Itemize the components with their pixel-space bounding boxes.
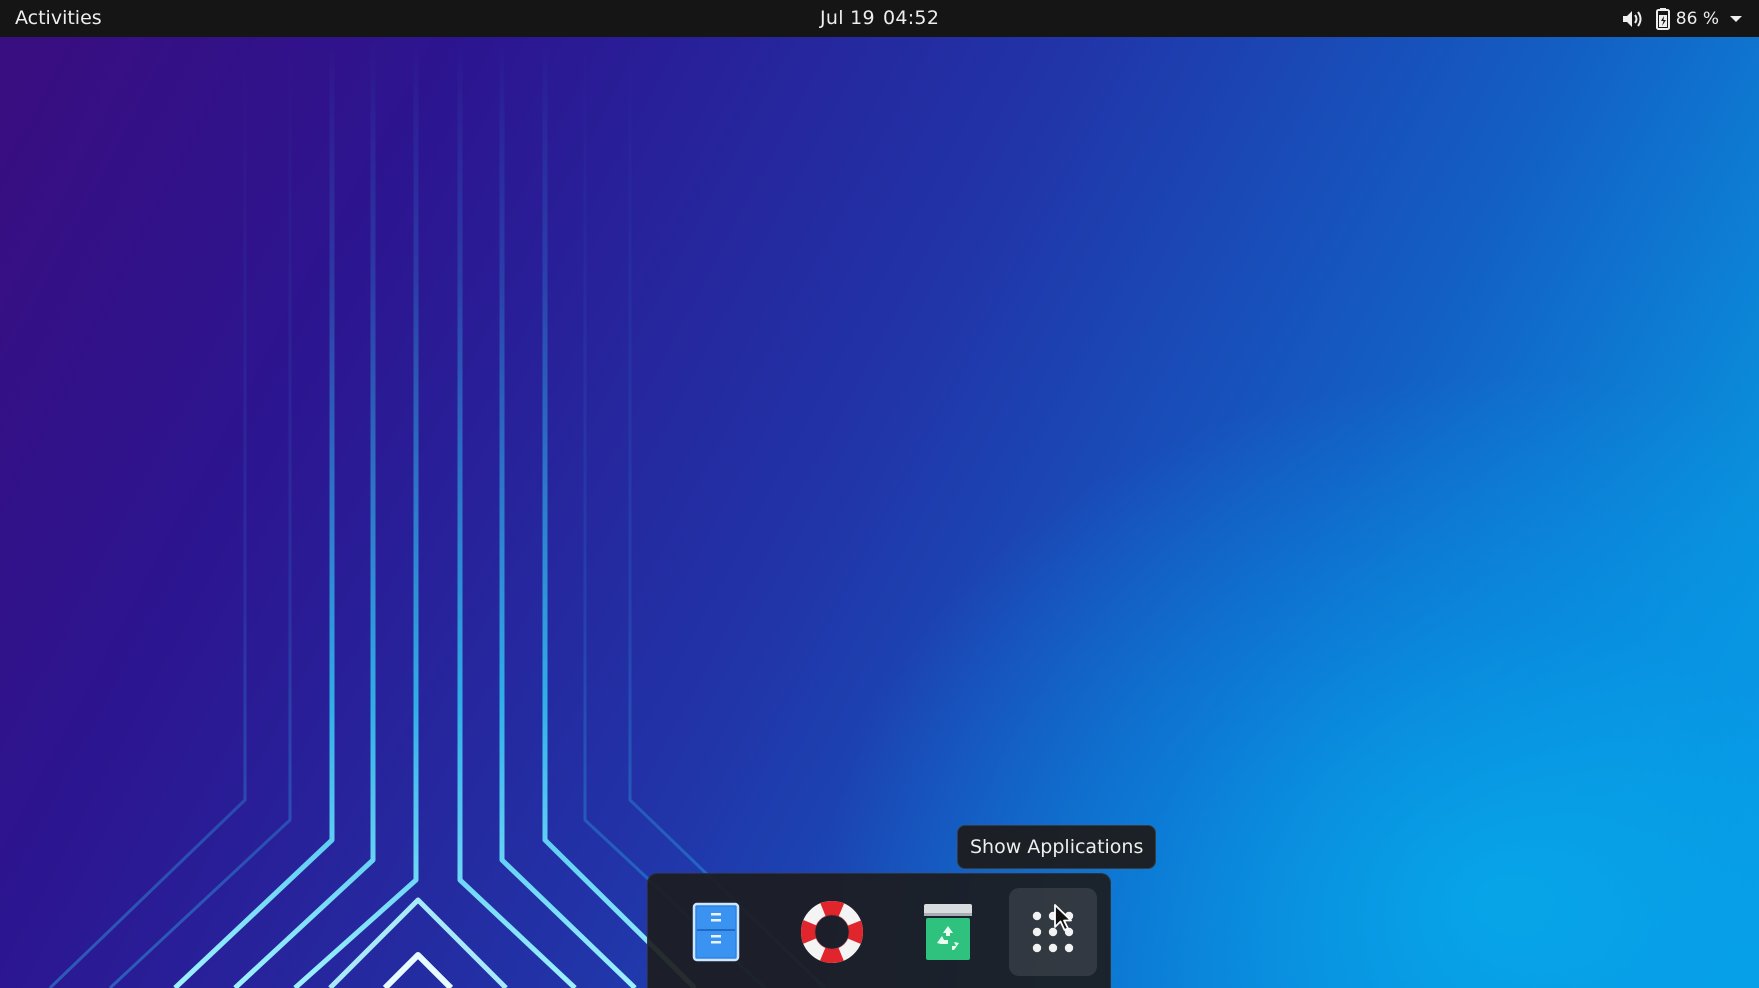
trash-icon (924, 904, 972, 960)
date-time-button[interactable]: Jul 19 04:52 (820, 0, 939, 37)
battery-percentage: 86 % (1675, 8, 1719, 29)
battery-indicator: 86 % (1655, 7, 1719, 31)
time-label: 04:52 (882, 7, 940, 29)
lifebuoy-icon (801, 901, 863, 963)
trash-launcher[interactable] (904, 888, 992, 976)
help-launcher[interactable] (788, 888, 876, 976)
mouse-pointer-icon (1054, 904, 1072, 931)
system-status-menu[interactable]: 86 % (1621, 0, 1743, 37)
battery-icon (1655, 7, 1671, 31)
desktop: Activities Jul 19 04:52 86 % Show Applic… (0, 0, 1759, 988)
top-bar: Activities Jul 19 04:52 86 % (0, 0, 1759, 37)
files-launcher[interactable] (672, 888, 760, 976)
date-label: Jul 19 (820, 7, 875, 29)
dash-dock (647, 873, 1111, 988)
chevron-down-icon (1729, 14, 1743, 24)
wallpaper-line-art (48, 40, 827, 988)
activities-button[interactable]: Activities (15, 0, 102, 37)
speaker-icon (1621, 9, 1645, 29)
files-icon (692, 902, 740, 962)
show-applications-tooltip: Show Applications (957, 825, 1157, 869)
